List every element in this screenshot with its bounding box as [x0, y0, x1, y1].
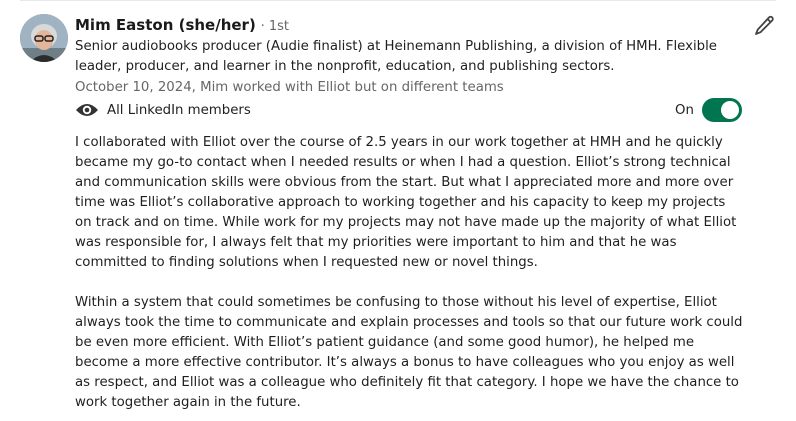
- eye-icon: [75, 101, 99, 119]
- toggle-knob: [720, 101, 739, 119]
- pencil-icon[interactable]: [752, 14, 776, 38]
- author-line: Mim Easton (she/her) · 1st: [75, 14, 289, 38]
- connection-degree: · 1st: [260, 19, 290, 34]
- recommendation-paragraph: Within a system that could sometimes be …: [75, 295, 743, 410]
- recommendation-date: October 10, 2024, Mim worked with Elliot…: [75, 80, 504, 95]
- visibility-label: All LinkedIn members: [107, 102, 251, 118]
- author-name[interactable]: Mim Easton (she/her): [75, 16, 256, 34]
- visibility-setting: All LinkedIn members: [75, 100, 251, 120]
- author-headline: Senior audiobooks producer (Audie finali…: [75, 39, 717, 74]
- recommendation-text: I collaborated with Elliot over the cour…: [75, 133, 745, 413]
- visibility-toggle-group: On: [675, 98, 742, 122]
- toggle-label: On: [675, 102, 694, 118]
- recommendation-paragraph: I collaborated with Elliot over the cour…: [75, 135, 737, 270]
- visibility-toggle[interactable]: [701, 98, 742, 122]
- recommendation-card: Mim Easton (she/her) · 1st Senior audiob…: [0, 0, 796, 421]
- divider: [20, 0, 776, 1]
- avatar[interactable]: [20, 14, 68, 62]
